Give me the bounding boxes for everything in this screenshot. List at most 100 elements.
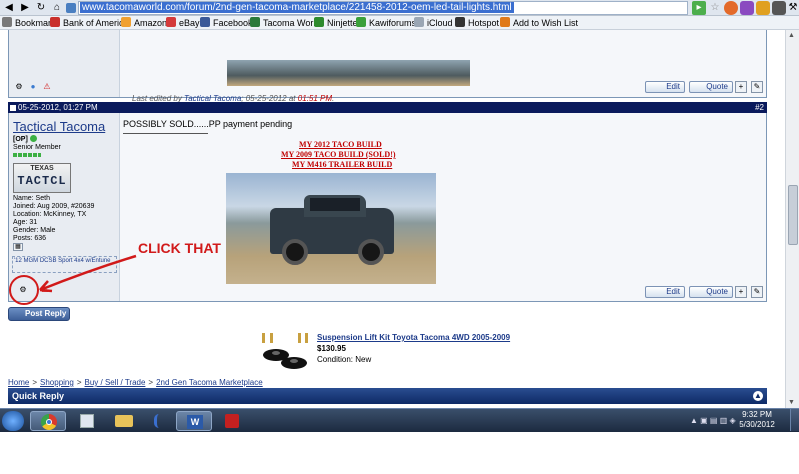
explorer-taskbar-icon[interactable]	[70, 411, 106, 431]
post-header: 05-25-2012, 01:27 PM #2	[8, 102, 767, 113]
chrome-taskbar-icon[interactable]	[30, 411, 66, 431]
hotspot-icon	[455, 17, 465, 27]
quick-reply-header[interactable]: Quick Reply ▲	[8, 388, 767, 404]
post-icon	[10, 105, 16, 111]
annotation-text: CLICK THAT	[138, 240, 221, 256]
show-desktop-button[interactable]	[790, 409, 799, 431]
bookmark-item[interactable]: Hotspot	[455, 17, 499, 29]
kawiforums-icon	[356, 17, 366, 27]
build-link[interactable]: MY 2012 TACO BUILD	[299, 140, 382, 149]
tacoma-world-icon	[250, 17, 260, 27]
post-datetime: 05-25-2012, 01:27 PM	[18, 103, 98, 112]
lift-kit-image	[262, 333, 308, 369]
breadcrumb-shopping[interactable]: Shopping	[40, 378, 74, 387]
extension-icon-2[interactable]	[740, 1, 754, 15]
build-link[interactable]: MY 2009 TACO BUILD (SOLD!)	[281, 150, 396, 159]
previous-post: ⚙ ● ⚠ Last edited by Tactical Tacoma; 05…	[8, 30, 767, 103]
word-taskbar-icon[interactable]: W	[176, 411, 212, 431]
user-joined: Joined: Aug 2009, #20639	[13, 203, 95, 210]
user-gender: Gender: Male	[13, 227, 56, 234]
ebay-icon	[166, 17, 176, 27]
scroll-up-icon[interactable]: ▲	[788, 32, 795, 39]
reputation-icon[interactable]: ⚙	[13, 82, 25, 94]
below-screen-area	[0, 432, 799, 474]
post-sidebar: ⚙ ● ⚠	[9, 30, 120, 97]
truck-photo	[226, 173, 436, 284]
reputation-bar	[13, 153, 41, 157]
online-status-icon	[29, 135, 37, 142]
url-input[interactable]: www.tacomaworld.com/forum/2nd-gen-tacoma…	[78, 1, 688, 15]
quote-button[interactable]: Quote	[689, 81, 733, 93]
reload-icon[interactable]: ↻	[34, 1, 48, 15]
bookmark-item[interactable]: eBay	[166, 17, 200, 29]
ad-price: $130.95	[317, 344, 346, 353]
taskbar: W ▲ ▣ ▤ ▥ ◈	[0, 408, 799, 432]
bookmark-item[interactable]: Ninjette	[314, 17, 358, 29]
scroll-down-icon[interactable]: ▼	[788, 399, 795, 406]
username-link[interactable]: Tactical Tacoma	[13, 119, 105, 134]
quick-reply-icon[interactable]: ✎	[751, 81, 763, 93]
edit-button[interactable]: Edit	[645, 286, 685, 298]
breadcrumb-marketplace[interactable]: 2nd Gen Tacoma Marketplace	[156, 378, 263, 387]
multi-quote-icon[interactable]: +	[735, 286, 747, 298]
quick-reply-icon[interactable]: ✎	[751, 286, 763, 298]
back-icon[interactable]: ◀	[2, 1, 16, 15]
amazon-icon	[121, 17, 131, 27]
chat-icon[interactable]: ●	[27, 82, 39, 94]
ad-title-link[interactable]: Suspension Lift Kit Toyota Tacoma 4WD 20…	[317, 333, 510, 342]
ad-condition: Condition: New	[317, 355, 372, 364]
forward-icon[interactable]: ▶	[18, 1, 32, 15]
reputation-icon[interactable]: ⚙	[17, 285, 29, 297]
collapse-icon[interactable]: ▲	[753, 391, 763, 401]
scroll-thumb[interactable]	[788, 185, 798, 245]
post-message: POSSIBLY SOLD......PP payment pending	[123, 119, 293, 129]
avatar[interactable]: TEXAS TACTCL	[13, 163, 71, 193]
extension-icon[interactable]	[724, 1, 738, 15]
extension-icon-4[interactable]	[772, 1, 786, 15]
tray-icons[interactable]: ▲ ▣ ▤ ▥ ◈	[690, 416, 736, 425]
home-icon[interactable]: ⌂	[50, 1, 64, 15]
bookmark-item[interactable]: Add to Wish List	[500, 17, 578, 29]
op-tag: [OP]	[13, 135, 37, 144]
start-button[interactable]	[2, 411, 24, 431]
bank-of-america-icon	[50, 17, 60, 27]
system-clock[interactable]: 9:32 PM 5/30/2012	[736, 410, 778, 430]
breadcrumb-buy-sell-trade[interactable]: Buy / Sell / Trade	[85, 378, 146, 387]
media-taskbar-icon[interactable]	[142, 411, 178, 431]
divider	[123, 133, 208, 134]
report-icon[interactable]: ⚠	[41, 82, 53, 94]
post-number[interactable]: #2	[755, 102, 764, 113]
breadcrumb-home[interactable]: Home	[8, 378, 29, 387]
user-age: Age: 31	[13, 219, 38, 226]
multi-quote-icon[interactable]: +	[735, 81, 747, 93]
icloud-icon	[414, 17, 424, 27]
wrench-icon[interactable]: ⚒	[786, 1, 799, 15]
user-rank: Senior Member	[13, 144, 61, 151]
bookmark-item[interactable]: Kawiforums	[356, 17, 416, 29]
go-icon[interactable]: ▸	[692, 1, 706, 15]
bookmark-item[interactable]: Facebook	[200, 17, 253, 29]
bookmark-item[interactable]: Bank of America	[50, 17, 129, 29]
truck-photo	[227, 60, 470, 86]
user-name: Name: Seth	[13, 195, 50, 202]
quote-button[interactable]: Quote	[689, 286, 733, 298]
extension-icon-3[interactable]	[756, 1, 770, 15]
folder-taskbar-icon[interactable]	[106, 411, 142, 431]
ninjette-icon	[314, 17, 324, 27]
bookmarks-bar: Bookmarks Bank of America Amazon eBay Fa…	[0, 16, 799, 30]
pdf-taskbar-icon[interactable]	[214, 411, 250, 431]
bookmark-item[interactable]: Tacoma World	[250, 17, 320, 29]
bookmarks-folder-icon	[2, 17, 12, 27]
annotation-arrow	[39, 254, 137, 293]
user-location: Location: McKinney, TX	[13, 211, 87, 218]
edit-button[interactable]: Edit	[645, 81, 685, 93]
garage-icon[interactable]: ▦	[13, 243, 23, 251]
bookmark-item[interactable]: iCloud	[414, 17, 453, 29]
bookmark-item[interactable]: Amazon	[121, 17, 167, 29]
wish-list-icon	[500, 17, 510, 27]
facebook-icon	[200, 17, 210, 27]
build-link[interactable]: MY M416 TRAILER BUILD	[292, 160, 392, 169]
vertical-scrollbar[interactable]: ▲ ▼	[785, 30, 799, 408]
star-icon[interactable]: ☆	[708, 1, 722, 15]
post-reply-button[interactable]: Post Reply	[8, 307, 70, 321]
